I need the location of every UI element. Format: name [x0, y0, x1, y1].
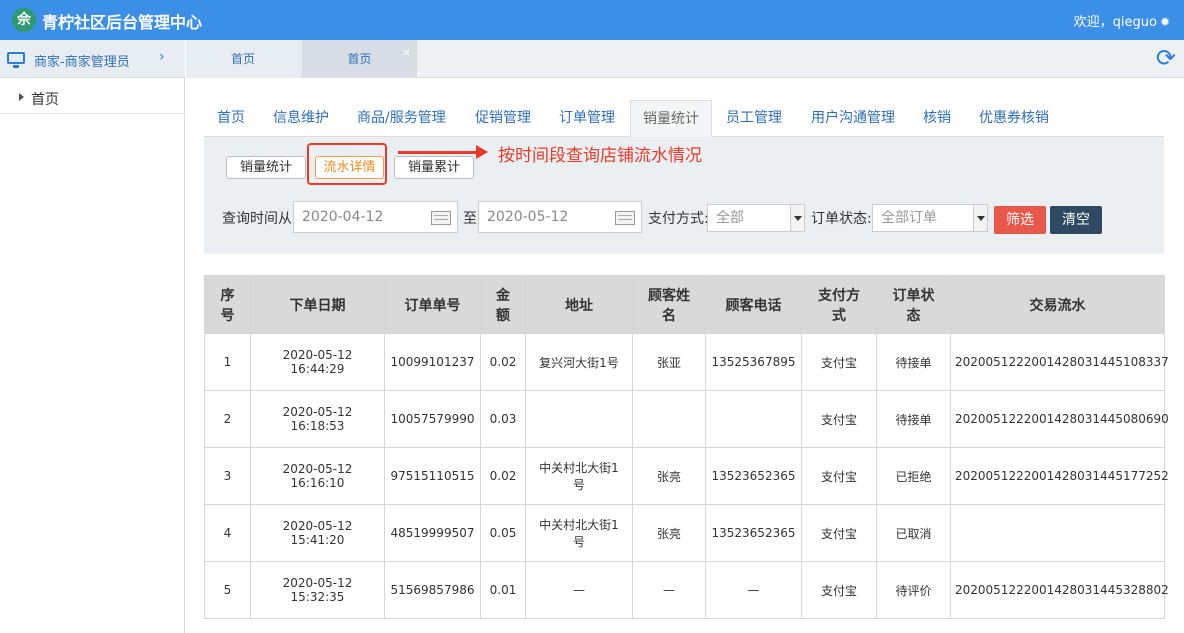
- nav-promo[interactable]: 促销管理: [475, 100, 531, 137]
- nav-verify[interactable]: 核销: [923, 100, 951, 137]
- monitor-icon: [7, 52, 25, 68]
- col-header-address: 地址: [525, 275, 633, 334]
- calendar-icon[interactable]: [431, 211, 451, 225]
- clear-button[interactable]: 清空: [1050, 206, 1102, 234]
- chevron-down-icon: [973, 205, 987, 231]
- table-row: 3 2020-05-12 16:16:10 97515110515 0.02 中关…: [204, 447, 1169, 505]
- col-header-payment: 支付方式: [801, 275, 877, 334]
- start-date-input[interactable]: 2020-04-12: [293, 201, 458, 233]
- sidebar-header[interactable]: 商家-商家管理员 ›: [0, 40, 185, 78]
- col-header-transaction: 交易流水: [950, 275, 1165, 334]
- payment-value: 全部: [716, 210, 744, 226]
- welcome-text: 欢迎，qieguo: [1073, 15, 1157, 30]
- sidebar-section-title: 商家-商家管理员: [34, 55, 130, 70]
- end-date-input[interactable]: 2020-05-12: [478, 201, 642, 233]
- nav-coupon-verify[interactable]: 优惠券核销: [979, 100, 1049, 137]
- tab-strip: 首页 首页 × ⟳: [186, 40, 1184, 78]
- orders-table: 序号 下单日期 订单单号 金额 地址 顾客姓名 顾客电话 支付方式 订单状态 交…: [204, 275, 1169, 619]
- gear-icon[interactable]: ✹: [1160, 15, 1170, 29]
- annotation-arrow: [398, 145, 488, 159]
- sidebar-item-home[interactable]: 首页: [0, 82, 185, 114]
- table-row: 1 2020-05-12 16:44:29 10099101237 0.02 复兴…: [204, 333, 1169, 391]
- col-header-name: 顾客姓名: [632, 275, 706, 334]
- col-header-status: 订单状态: [876, 275, 951, 334]
- sidebar-item-label: 首页: [31, 92, 59, 108]
- status-label: 订单状态:: [811, 211, 872, 227]
- nav-home[interactable]: 首页: [217, 100, 245, 137]
- to-label: 至: [463, 211, 477, 227]
- table-row: 4 2020-05-12 15:41:20 48519999507 0.05 中关…: [204, 504, 1165, 562]
- nav-staff[interactable]: 员工管理: [726, 100, 782, 137]
- nav-sales[interactable]: 销量统计: [630, 100, 712, 137]
- user-menu[interactable]: 欢迎，qieguo ✹: [1074, 11, 1170, 30]
- nav-info[interactable]: 信息维护: [273, 100, 329, 137]
- tab-home-1[interactable]: 首页: [186, 40, 301, 78]
- annotation-highlight-box: [307, 143, 387, 185]
- subtab-sales-total[interactable]: 销量累计: [394, 156, 474, 179]
- col-header-amount: 金额: [480, 275, 526, 334]
- top-bar: 佘 青柠社区后台管理中心 欢迎，qieguo ✹: [0, 0, 1184, 40]
- filter-button[interactable]: 筛选: [994, 206, 1046, 234]
- col-header-no: 序号: [204, 275, 251, 334]
- table-row: 5 2020-05-12 15:32:35 51569857986 0.01 — …: [204, 561, 1169, 619]
- main-nav: 首页 信息维护 商品/服务管理 促销管理 订单管理 销量统计 员工管理 用户沟通…: [204, 100, 1164, 137]
- chevron-right-icon[interactable]: ›: [159, 49, 165, 65]
- subtab-sales-stats[interactable]: 销量统计: [226, 156, 306, 179]
- status-value: 全部订单: [881, 210, 937, 226]
- tab-label: 首页: [230, 52, 255, 66]
- caret-right-icon: [19, 93, 24, 101]
- tab-label: 首页: [347, 52, 372, 66]
- nav-communication[interactable]: 用户沟通管理: [811, 100, 895, 137]
- start-date-value: 2020-04-12: [302, 209, 384, 225]
- annotation-text: 按时间段查询店铺流水情况: [498, 146, 702, 166]
- tab-home-2[interactable]: 首页 ×: [302, 40, 417, 78]
- app-title: 青柠社区后台管理中心: [42, 13, 203, 32]
- end-date-value: 2020-05-12: [487, 209, 569, 225]
- app-logo: 佘: [12, 8, 36, 32]
- nav-goods[interactable]: 商品/服务管理: [357, 100, 446, 137]
- nav-orders[interactable]: 订单管理: [559, 100, 615, 137]
- time-from-label: 查询时间从: [222, 211, 292, 227]
- sidebar: 商家-商家管理员 › 首页: [0, 40, 185, 633]
- payment-label: 支付方式:: [648, 211, 709, 227]
- chevron-down-icon: [790, 205, 804, 231]
- col-header-order: 订单单号: [384, 275, 481, 334]
- col-header-date: 下单日期: [250, 275, 385, 334]
- table-header-row: 序号 下单日期 订单单号 金额 地址 顾客姓名 顾客电话 支付方式 订单状态 交…: [204, 275, 1165, 334]
- table-row: 2 2020-05-12 16:18:53 10057579990 0.03 支付…: [204, 390, 1169, 448]
- calendar-icon[interactable]: [615, 211, 635, 225]
- col-header-phone: 顾客电话: [705, 275, 802, 334]
- close-icon[interactable]: ×: [402, 34, 411, 72]
- refresh-icon[interactable]: ⟳: [1156, 46, 1176, 70]
- status-select[interactable]: 全部订单: [872, 204, 988, 232]
- payment-select[interactable]: 全部: [707, 204, 805, 232]
